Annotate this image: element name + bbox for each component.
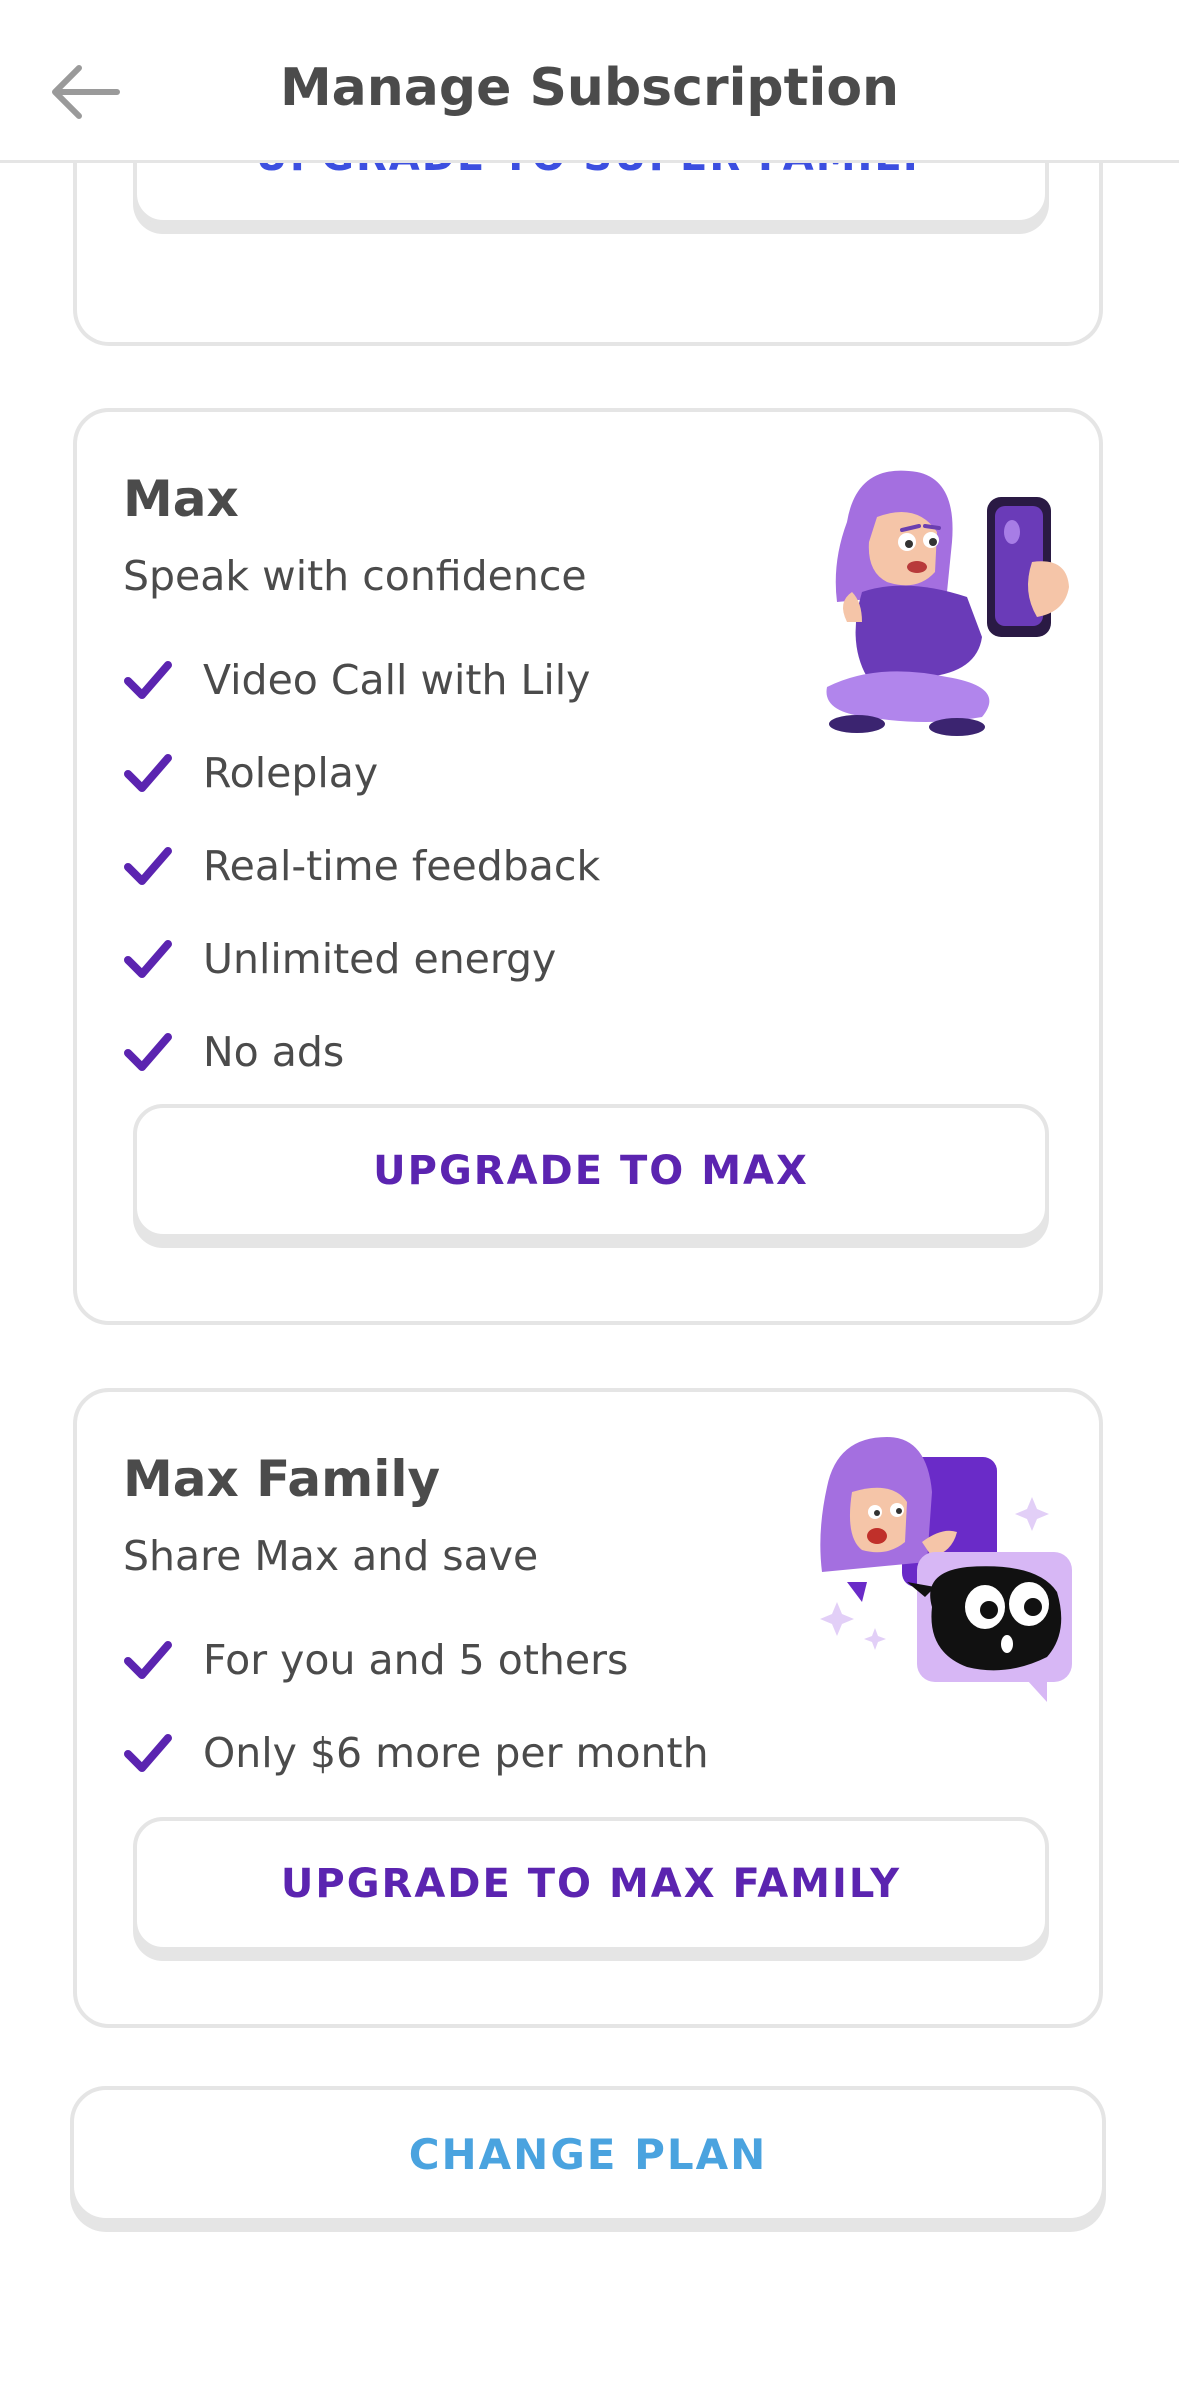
max-plan-card: Max Speak with confidence Video Call wit…: [73, 408, 1103, 1325]
checkmark-icon: [124, 1641, 172, 1679]
feature-label: Only $6 more per month: [203, 1729, 709, 1777]
page-title: Manage Subscription: [279, 58, 900, 118]
change-plan-button[interactable]: CHANGE PLAN: [70, 2086, 1106, 2222]
checkmark-icon: [124, 1033, 172, 1071]
feature-item: Video Call with Lily: [123, 650, 590, 710]
checkmark-icon: [124, 661, 172, 699]
feature-item: Real-time feedback: [123, 836, 600, 896]
feature-label: Real-time feedback: [203, 842, 601, 890]
feature-item: Only $6 more per month: [123, 1723, 709, 1783]
feature-item: Roleplay: [123, 743, 378, 803]
plan-title: Max Family: [123, 1450, 441, 1508]
lily-video-call-illustration: [826, 470, 1069, 736]
max-family-plan-card: Max Family Share Max and save For you an…: [73, 1388, 1103, 2028]
feature-label: Video Call with Lily: [203, 656, 591, 704]
plan-title: Max: [123, 470, 239, 528]
upgrade-max-family-button[interactable]: UPGRADE TO MAX FAMILY: [133, 1817, 1049, 1951]
upgrade-max-button[interactable]: UPGRADE TO MAX: [133, 1104, 1049, 1238]
lily-and-friend-chat-illustration: [820, 1437, 1072, 1702]
plan-subtitle: Share Max and save: [123, 1532, 539, 1580]
checkmark-icon: [124, 847, 172, 885]
feature-label: Roleplay: [203, 749, 379, 797]
plan-subtitle: Speak with confidence: [123, 552, 587, 600]
checkmark-icon: [124, 754, 172, 792]
feature-item: No ads: [123, 1022, 344, 1082]
checkmark-icon: [124, 940, 172, 978]
checkmark-icon: [124, 1734, 172, 1772]
feature-label: For you and 5 others: [203, 1636, 629, 1684]
feature-item: Unlimited energy: [123, 929, 556, 989]
feature-label: No ads: [203, 1028, 345, 1076]
feature-item: For you and 5 others: [123, 1630, 628, 1690]
app-header: Manage Subscription: [0, 0, 1179, 163]
feature-label: Unlimited energy: [203, 935, 557, 983]
